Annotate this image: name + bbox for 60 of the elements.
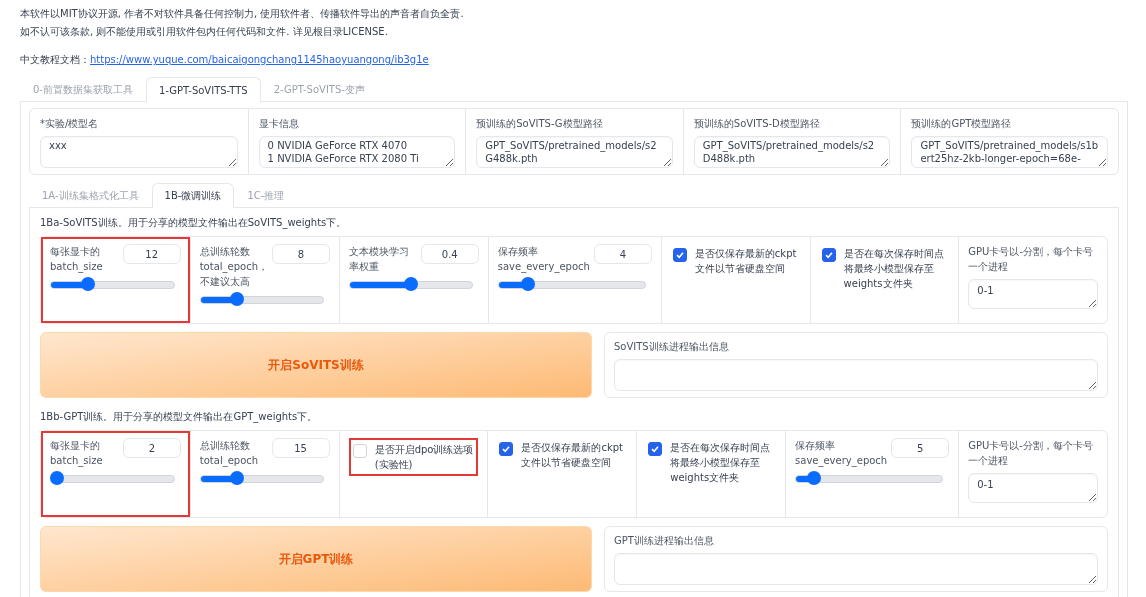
slider-thumb[interactable]	[403, 277, 418, 291]
slider-label: 总训练轮数total_epoch，不建议太高	[199, 245, 269, 289]
field-label: 预训练的SoVITS-G模型路径	[476, 117, 604, 131]
section-title: 1Bb-GPT训练。用于分享的模型文件输出在GPT_weights下。	[40, 410, 319, 425]
slider-thumb[interactable]	[50, 471, 65, 485]
checkbox-label: 是否在每次保存时间点将最终小模型保存至weights文件夹	[843, 247, 945, 291]
check-icon	[674, 250, 685, 260]
slider-label: 总训练轮数total_epoch	[199, 439, 260, 468]
section-title: 1Ba-SoVITS训练。用于分享的模型文件输出在SoVITS_weights下。	[40, 216, 348, 231]
tutorial-link[interactable]: https://www.yuque.com/baicaigongchang1145haoyuangong/ib3g1e	[90, 51, 429, 69]
slider-label: 每张显卡的batch_size	[50, 439, 104, 468]
checkbox-label: 是否开启dpo训练选项(实验性)	[374, 443, 475, 472]
slider-thumb[interactable]	[80, 277, 95, 291]
output-field[interactable]	[614, 359, 1098, 391]
input-field[interactable]: GPT_SoVITS/pretrained_models/s2G488k.pth	[476, 136, 673, 168]
tab[interactable]: 1-GPT-SoVITS-TTS	[146, 77, 261, 102]
number-field[interactable]: 15	[271, 438, 330, 458]
field-label: GPU卡号以-分割，每个卡号一个进程	[968, 439, 1094, 468]
slider-label: 每张显卡的batch_size	[50, 245, 104, 274]
checkbox-label: 是否在每次保存时间点将最终小模型保存至weights文件夹	[670, 441, 772, 485]
slider-label: 保存频率save_every_epoch	[795, 439, 888, 468]
check-icon	[823, 250, 834, 260]
slider-thumb[interactable]	[230, 292, 245, 306]
field-label: 预训练的SoVITS-D模型路径	[693, 117, 821, 131]
input-field[interactable]: 0-1	[968, 473, 1098, 503]
number-field[interactable]: 12	[122, 244, 181, 264]
field-label: GPU卡号以-分割，每个卡号一个进程	[968, 245, 1094, 274]
input-field[interactable]: xxx	[40, 136, 238, 168]
output-field[interactable]	[614, 553, 1098, 585]
checkbox[interactable]	[499, 442, 514, 456]
input-field[interactable]: GPT_SoVITS/pretrained_models/s2D488k.pth	[693, 136, 891, 168]
number-field[interactable]: 4	[593, 244, 652, 264]
slider-thumb[interactable]	[230, 471, 245, 485]
checkbox[interactable]	[821, 248, 836, 262]
checkbox-label: 是否仅保存最新的ckpt文件以节省硬盘空间	[521, 441, 624, 470]
number-field[interactable]: 8	[272, 244, 331, 264]
slider-thumb[interactable]	[520, 277, 535, 291]
number-field[interactable]: 0.4	[420, 244, 479, 264]
license-notice: 本软件以MIT协议开源, 作者不对软件具备任何控制力, 使用软件者、传播软件导出的声音者自负全责.	[20, 7, 465, 21]
output-label: GPT训练进程输出信息	[614, 534, 715, 548]
input-field[interactable]: 0-1	[968, 279, 1098, 309]
output-label: SoVITS训练进程输出信息	[614, 340, 730, 354]
checkbox[interactable]	[648, 442, 663, 456]
slider-label: 文本模块学习率权重	[349, 245, 411, 274]
slider-label: 保存频率save_every_epoch	[497, 245, 590, 274]
field-label: 显卡信息	[258, 117, 300, 131]
input-field[interactable]: GPT_SoVITS/pretrained_models/s1bert25hz-2kb-longer-epoch=68e-	[911, 136, 1108, 168]
input-field[interactable]: 0 NVIDIA GeForce RTX 4070 1 NVIDIA GeForce RTX 2080 Ti	[258, 136, 456, 168]
field-label: 预训练的GPT模型路径	[911, 117, 1013, 131]
slider-thumb[interactable]	[806, 471, 821, 485]
license-notice: 如不认可该条款, 则不能使用或引用软件包内任何代码和文件. 详见根目录LICENSE.	[20, 25, 389, 39]
tab[interactable]: 1B-微调训练	[151, 183, 235, 208]
number-field[interactable]: 5	[891, 438, 950, 458]
check-icon	[501, 444, 512, 454]
check-icon	[650, 444, 661, 454]
doc-label: 中文教程文档：	[20, 53, 90, 67]
field-label: *实验/模型名	[40, 117, 100, 131]
checkbox[interactable]	[672, 248, 687, 262]
checkbox-label: 是否仅保存最新的ckpt文件以节省硬盘空间	[694, 247, 798, 276]
number-field[interactable]: 2	[122, 438, 181, 458]
